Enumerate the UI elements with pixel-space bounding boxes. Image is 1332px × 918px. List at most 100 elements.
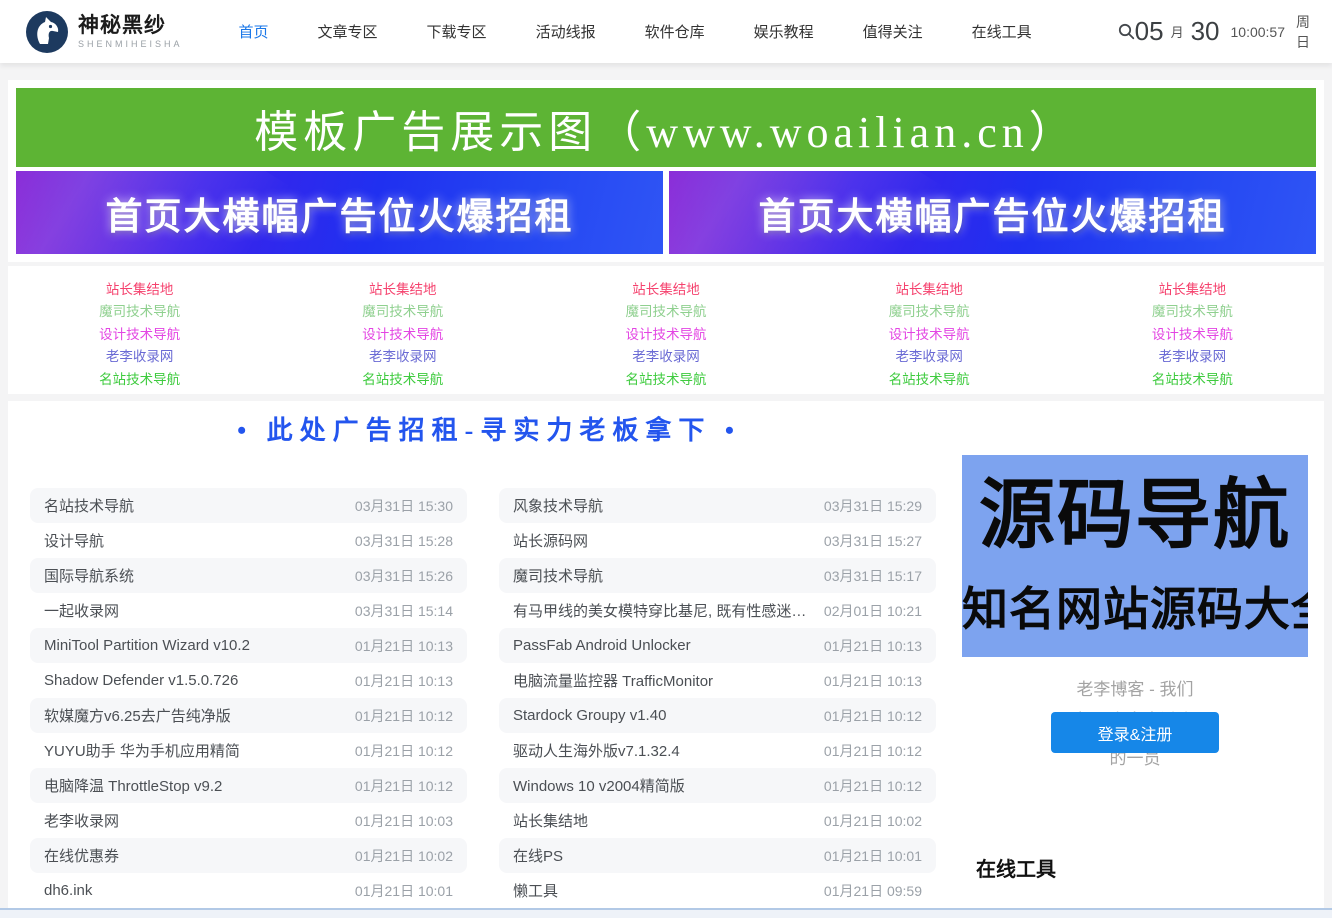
friend-link[interactable]: 老李收录网 bbox=[8, 346, 271, 368]
list-item-title: 懒工具 bbox=[513, 880, 814, 901]
friend-link[interactable]: 名站技术导航 bbox=[271, 369, 534, 391]
list-item-title: 有马甲线的美女模特穿比基尼, 既有性感迷人... bbox=[513, 600, 814, 621]
blog-intro-line: 老李博客 - 我们 bbox=[962, 675, 1308, 700]
list-item-title: 一起收录网 bbox=[44, 600, 345, 621]
friend-link[interactable]: 设计技术导航 bbox=[271, 324, 534, 346]
list-item-date: 03月31日 15:14 bbox=[355, 601, 453, 621]
date-month-unit: 月 bbox=[1171, 22, 1184, 41]
friend-link[interactable]: 设计技术导航 bbox=[798, 324, 1061, 346]
top-ad-banner[interactable]: 模板广告展示图（www.woailian.cn） bbox=[16, 88, 1316, 167]
date-weekday: 周日 bbox=[1296, 12, 1310, 52]
list-item-date: 03月31日 15:27 bbox=[824, 531, 922, 551]
right-ad-banner[interactable]: 首页大横幅广告位火爆招租 bbox=[669, 171, 1316, 254]
list-item[interactable]: 软媒魔方v6.25去广告纯净版 01月21日 10:12 bbox=[30, 698, 467, 733]
friend-link[interactable]: 魔司技术导航 bbox=[798, 301, 1061, 323]
date-day: 05 bbox=[1135, 16, 1164, 47]
list-item[interactable]: 一起收录网 03月31日 15:14 bbox=[30, 593, 467, 628]
list-item-title: 设计导航 bbox=[44, 530, 345, 551]
search-button[interactable] bbox=[1118, 23, 1135, 40]
article-lists: 名站技术导航 03月31日 15:30 设计导航 03月31日 15:28 国际… bbox=[30, 488, 936, 908]
friend-link[interactable]: 老李收录网 bbox=[1061, 346, 1324, 368]
list-item[interactable]: Stardock Groupy v1.40 01月21日 10:12 bbox=[499, 698, 936, 733]
friend-link[interactable]: 站长集结地 bbox=[8, 279, 271, 301]
list-item[interactable]: 魔司技术导航 03月31日 15:17 bbox=[499, 558, 936, 593]
left-ad-banner-text: 首页大横幅广告位火爆招租 bbox=[106, 186, 574, 240]
list-item-date: 01月21日 09:59 bbox=[824, 881, 922, 901]
site-logo[interactable]: 神秘黑纱 SHENMIHEISHA bbox=[26, 11, 183, 53]
list-item[interactable]: 风象技术导航 03月31日 15:29 bbox=[499, 488, 936, 523]
nav-item-home[interactable]: 首页 bbox=[239, 21, 269, 42]
friend-link[interactable]: 老李收录网 bbox=[271, 346, 534, 368]
list-item[interactable]: 在线优惠券 01月21日 10:02 bbox=[30, 838, 467, 873]
footer-strip bbox=[0, 908, 1332, 918]
list-item-date: 01月21日 10:12 bbox=[355, 741, 453, 761]
list-item[interactable]: 电脑降温 ThrottleStop v9.2 01月21日 10:12 bbox=[30, 768, 467, 803]
list-item-date: 03月31日 15:17 bbox=[824, 566, 922, 586]
list-item-date: 02月01日 10:21 bbox=[824, 601, 922, 621]
friend-link[interactable]: 老李收录网 bbox=[798, 346, 1061, 368]
friend-link[interactable]: 魔司技术导航 bbox=[271, 301, 534, 323]
nav-item-downloads[interactable]: 下载专区 bbox=[427, 21, 487, 42]
list-item[interactable]: 站长集结地 01月21日 10:02 bbox=[499, 803, 936, 838]
list-item-title: Shadow Defender v1.5.0.726 bbox=[44, 672, 345, 689]
list-item-title: PassFab Android Unlocker bbox=[513, 637, 814, 654]
list-item[interactable]: PassFab Android Unlocker 01月21日 10:13 bbox=[499, 628, 936, 663]
list-item-title: 风象技术导航 bbox=[513, 495, 814, 516]
promo-title: 源码导航 bbox=[962, 465, 1308, 567]
list-item-date: 01月21日 10:12 bbox=[355, 706, 453, 726]
friend-links-card: 站长集结地 站长集结地 站长集结地 站长集结地 站长集结地 魔司技术导航 魔司技… bbox=[8, 266, 1324, 394]
login-register-button[interactable]: 登录&注册 bbox=[1051, 712, 1219, 753]
friend-link[interactable]: 魔司技术导航 bbox=[1061, 301, 1324, 323]
banner-card: 模板广告展示图（www.woailian.cn） 首页大横幅广告位火爆招租 首页… bbox=[8, 80, 1324, 262]
nav-item-software[interactable]: 软件仓库 bbox=[645, 21, 705, 42]
friend-link[interactable]: 名站技术导航 bbox=[534, 369, 797, 391]
source-code-nav-promo-image[interactable]: 源码导航 知名网站源码大全 bbox=[962, 455, 1308, 657]
friend-link[interactable]: 站长集结地 bbox=[798, 279, 1061, 301]
list-item[interactable]: dh6.ink 01月21日 10:01 bbox=[30, 873, 467, 908]
list-item-title: 电脑流量监控器 TrafficMonitor bbox=[513, 670, 814, 691]
brand-name: 神秘黑纱 bbox=[78, 14, 183, 37]
nav-item-online-tools[interactable]: 在线工具 bbox=[972, 21, 1032, 42]
list-item[interactable]: 电脑流量监控器 TrafficMonitor 01月21日 10:13 bbox=[499, 663, 936, 698]
nav-item-worth-following[interactable]: 值得关注 bbox=[863, 21, 923, 42]
list-item-title: 站长集结地 bbox=[513, 810, 814, 831]
list-item-title: 老李收录网 bbox=[44, 810, 345, 831]
list-item[interactable]: 懒工具 01月21日 09:59 bbox=[499, 873, 936, 908]
friend-link[interactable]: 站长集结地 bbox=[534, 279, 797, 301]
friend-link[interactable]: 魔司技术导航 bbox=[534, 301, 797, 323]
nav-item-articles[interactable]: 文章专区 bbox=[318, 21, 378, 42]
list-item-date: 01月21日 10:12 bbox=[824, 741, 922, 761]
links-grid: 站长集结地 站长集结地 站长集结地 站长集结地 站长集结地 魔司技术导航 魔司技… bbox=[8, 279, 1324, 391]
ad-rental-heading[interactable]: • 此处广告招租-寻实力老板拿下 • bbox=[8, 410, 970, 447]
friend-link[interactable]: 名站技术导航 bbox=[798, 369, 1061, 391]
list-item[interactable]: 站长源码网 03月31日 15:27 bbox=[499, 523, 936, 558]
list-item[interactable]: Shadow Defender v1.5.0.726 01月21日 10:13 bbox=[30, 663, 467, 698]
friend-link[interactable]: 设计技术导航 bbox=[8, 324, 271, 346]
friend-link[interactable]: 魔司技术导航 bbox=[8, 301, 271, 323]
brand-subtitle: SHENMIHEISHA bbox=[78, 40, 183, 50]
online-tools-heading: 在线工具 bbox=[976, 853, 1056, 882]
list-item[interactable]: YUYU助手 华为手机应用精简 01月21日 10:12 bbox=[30, 733, 467, 768]
list-item[interactable]: 老李收录网 01月21日 10:03 bbox=[30, 803, 467, 838]
page: 神秘黑纱 SHENMIHEISHA 首页 文章专区 下载专区 活动线报 软件仓库… bbox=[0, 0, 1332, 918]
left-ad-banner[interactable]: 首页大横幅广告位火爆招租 bbox=[16, 171, 663, 254]
friend-link[interactable]: 站长集结地 bbox=[1061, 279, 1324, 301]
list-item[interactable]: Windows 10 v2004精简版 01月21日 10:12 bbox=[499, 768, 936, 803]
nav-item-activities[interactable]: 活动线报 bbox=[536, 21, 596, 42]
friend-link[interactable]: 名站技术导航 bbox=[1061, 369, 1324, 391]
friend-link[interactable]: 名站技术导航 bbox=[8, 369, 271, 391]
list-item[interactable]: 国际导航系统 03月31日 15:26 bbox=[30, 558, 467, 593]
list-item[interactable]: 设计导航 03月31日 15:28 bbox=[30, 523, 467, 558]
nav-item-entertainment[interactable]: 娱乐教程 bbox=[754, 21, 814, 42]
friend-link[interactable]: 站长集结地 bbox=[271, 279, 534, 301]
list-item-title: 魔司技术导航 bbox=[513, 565, 814, 586]
list-item[interactable]: MiniTool Partition Wizard v10.2 01月21日 1… bbox=[30, 628, 467, 663]
list-item[interactable]: 驱动人生海外版v7.1.32.4 01月21日 10:12 bbox=[499, 733, 936, 768]
friend-link[interactable]: 老李收录网 bbox=[534, 346, 797, 368]
list-item[interactable]: 有马甲线的美女模特穿比基尼, 既有性感迷人... 02月01日 10:21 bbox=[499, 593, 936, 628]
friend-link[interactable]: 设计技术导航 bbox=[1061, 324, 1324, 346]
list-item-title: 在线优惠券 bbox=[44, 845, 345, 866]
list-item[interactable]: 名站技术导航 03月31日 15:30 bbox=[30, 488, 467, 523]
friend-link[interactable]: 设计技术导航 bbox=[534, 324, 797, 346]
list-item[interactable]: 在线PS 01月21日 10:01 bbox=[499, 838, 936, 873]
